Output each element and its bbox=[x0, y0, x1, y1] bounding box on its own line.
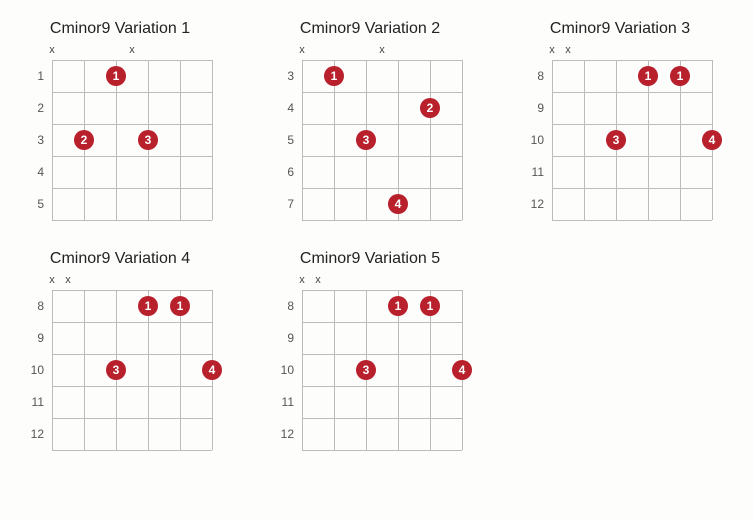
chord-diagram: Cminor9 Variation 4xx891011121134 bbox=[20, 250, 220, 450]
chord-title: Cminor9 Variation 2 bbox=[270, 20, 470, 38]
finger-dot: 1 bbox=[638, 66, 658, 86]
finger-dot: 1 bbox=[420, 296, 440, 316]
mute-marker bbox=[116, 274, 148, 290]
fret-label: 8 bbox=[520, 60, 552, 92]
chord-title: Cminor9 Variation 4 bbox=[20, 250, 220, 268]
finger-dot: 1 bbox=[106, 66, 126, 86]
fretboard: 1134 bbox=[552, 60, 712, 220]
fret-label: 9 bbox=[20, 322, 52, 354]
fret-label: 11 bbox=[20, 386, 52, 418]
fret-label: 4 bbox=[20, 156, 52, 188]
finger-dot: 3 bbox=[606, 130, 626, 150]
finger-dot: 2 bbox=[420, 98, 440, 118]
fret-label: 3 bbox=[20, 124, 52, 156]
finger-dot: 3 bbox=[356, 130, 376, 150]
mute-row: xx bbox=[20, 44, 220, 60]
finger-dot: 1 bbox=[388, 296, 408, 316]
mute-marker bbox=[616, 44, 648, 60]
finger-dot: 3 bbox=[356, 360, 376, 380]
mute-row: xx bbox=[270, 274, 470, 290]
fret-label: 12 bbox=[20, 418, 52, 450]
fret-labels: 89101112 bbox=[20, 290, 52, 450]
fret-label: 8 bbox=[270, 290, 302, 322]
fret-label: 3 bbox=[270, 60, 302, 92]
chord-diagram-grid: Cminor9 Variation 1xx12345123Cminor9 Var… bbox=[20, 20, 734, 450]
fret-label: 8 bbox=[20, 290, 52, 322]
fretboard: 1134 bbox=[302, 290, 462, 450]
chord-diagram: Cminor9 Variation 2xx345671234 bbox=[270, 20, 470, 220]
fret-label: 7 bbox=[270, 188, 302, 220]
fret-label: 9 bbox=[520, 92, 552, 124]
mute-marker: x bbox=[366, 44, 398, 60]
fret-label: 5 bbox=[270, 124, 302, 156]
finger-dot: 4 bbox=[388, 194, 408, 214]
finger-dot: 3 bbox=[106, 360, 126, 380]
chord-diagram: Cminor9 Variation 1xx12345123 bbox=[20, 20, 220, 220]
fret-label: 12 bbox=[520, 188, 552, 220]
fret-labels: 89101112 bbox=[270, 290, 302, 450]
finger-dot: 2 bbox=[74, 130, 94, 150]
chord-diagram: Cminor9 Variation 5xx891011121134 bbox=[270, 250, 470, 450]
mute-row: xx bbox=[270, 44, 470, 60]
fretboard: 1 2 3 4 bbox=[302, 60, 462, 220]
finger-dot: 3 bbox=[138, 130, 158, 150]
finger-dot: 1 bbox=[324, 66, 344, 86]
fret-label: 9 bbox=[270, 322, 302, 354]
finger-dot: 1 bbox=[170, 296, 190, 316]
fret-labels: 34567 bbox=[270, 60, 302, 220]
fret-label: 11 bbox=[520, 156, 552, 188]
fret-label: 11 bbox=[270, 386, 302, 418]
finger-dot: 4 bbox=[702, 130, 722, 150]
mute-marker bbox=[366, 274, 398, 290]
chord-diagram: Cminor9 Variation 3xx891011121134 bbox=[520, 20, 720, 220]
mute-row: xx bbox=[520, 44, 720, 60]
fret-labels: 12345 bbox=[20, 60, 52, 220]
fret-label: 12 bbox=[270, 418, 302, 450]
fret-label: 4 bbox=[270, 92, 302, 124]
finger-dot: 1 bbox=[138, 296, 158, 316]
fret-label: 10 bbox=[20, 354, 52, 386]
fret-label: 10 bbox=[520, 124, 552, 156]
fret-label: 6 bbox=[270, 156, 302, 188]
fret-label: 2 bbox=[20, 92, 52, 124]
fret-labels: 89101112 bbox=[520, 60, 552, 220]
chord-title: Cminor9 Variation 5 bbox=[270, 250, 470, 268]
mute-row: xx bbox=[20, 274, 220, 290]
fretboard: 1 2 3 bbox=[52, 60, 212, 220]
fret-label: 1 bbox=[20, 60, 52, 92]
fret-label: 10 bbox=[270, 354, 302, 386]
fretboard: 1134 bbox=[52, 290, 212, 450]
chord-title: Cminor9 Variation 1 bbox=[20, 20, 220, 38]
chord-title: Cminor9 Variation 3 bbox=[520, 20, 720, 38]
finger-dot: 1 bbox=[670, 66, 690, 86]
finger-dot: 4 bbox=[452, 360, 472, 380]
mute-marker: x bbox=[116, 44, 148, 60]
fret-label: 5 bbox=[20, 188, 52, 220]
finger-dot: 4 bbox=[202, 360, 222, 380]
